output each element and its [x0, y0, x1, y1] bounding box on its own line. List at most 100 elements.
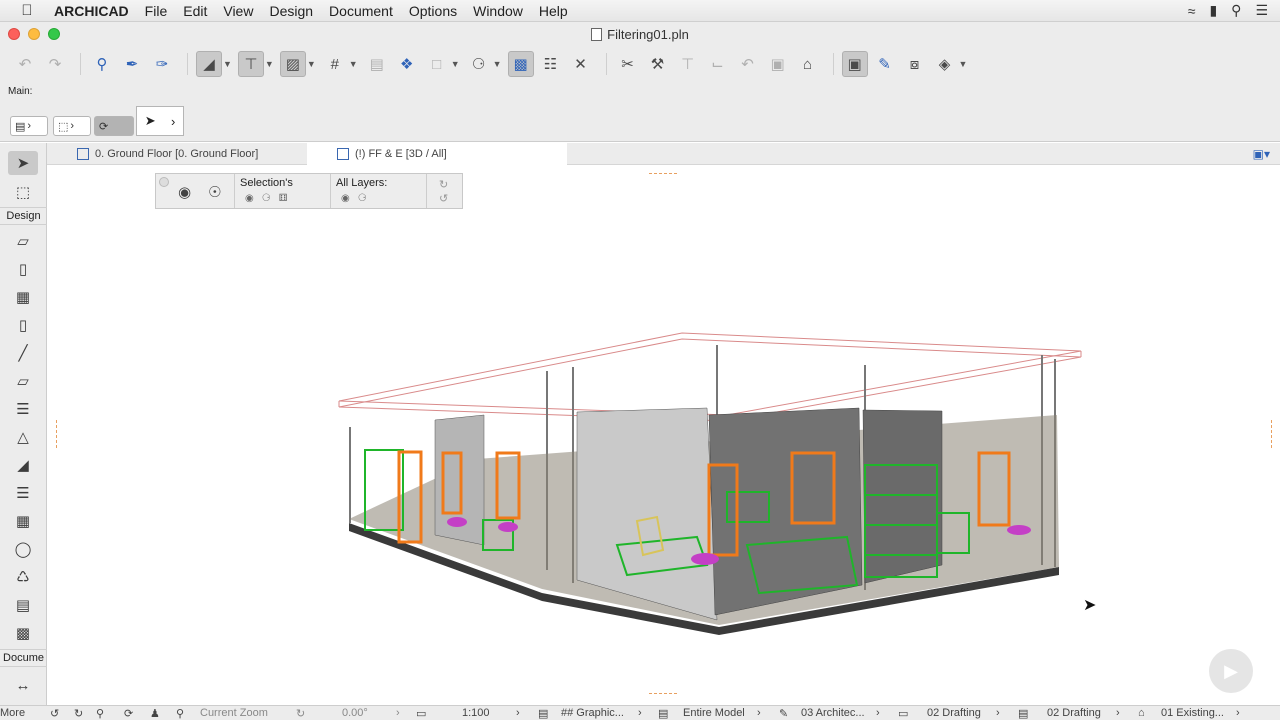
explode-icon[interactable]: ✕: [568, 51, 594, 77]
chevron-down-icon[interactable]: ▼: [451, 59, 460, 69]
window-tool-icon[interactable]: ▦: [8, 285, 38, 309]
apple-icon[interactable]: : [0, 2, 54, 19]
search-icon[interactable]: ⚲: [1231, 2, 1241, 19]
3d-window-icon[interactable]: ⧇: [902, 51, 928, 77]
trace-icon[interactable]: ▤: [364, 51, 390, 77]
redo-zoom-icon[interactable]: ↻: [74, 707, 83, 720]
inject-parameters-icon[interactable]: ✑: [149, 51, 175, 77]
tab-3d-view[interactable]: (!) FF & E [3D / All]: [307, 143, 567, 165]
zoom-in-icon[interactable]: ⚲: [96, 707, 104, 720]
suspend-groups-icon[interactable]: ❖: [394, 51, 420, 77]
offset-icon[interactable]: ▣: [765, 51, 791, 77]
tab-floor-plan[interactable]: 0. Ground Floor [0. Ground Floor]: [47, 143, 307, 165]
pick-up-parameters-icon[interactable]: ✒: [119, 51, 145, 77]
rotation-angle-value[interactable]: 0.00°: [342, 707, 368, 719]
edit-3d-icon[interactable]: ✎: [872, 51, 898, 77]
app-menu[interactable]: ARCHICAD: [54, 3, 137, 19]
guide-lines-icon[interactable]: ◢: [196, 51, 222, 77]
arrow-tool-icon[interactable]: ➤: [8, 151, 38, 175]
wifi-icon[interactable]: ≈: [1188, 3, 1196, 19]
measure-icon[interactable]: ☷: [538, 51, 564, 77]
slab-tool-icon[interactable]: ▱: [8, 369, 38, 393]
3d-navigation-icon[interactable]: ▩: [507, 51, 534, 77]
orbit-icon[interactable]: ⟳: [124, 707, 133, 720]
battery-icon[interactable]: ▮: [1209, 2, 1217, 19]
beam-tool-icon[interactable]: ╱: [8, 341, 38, 365]
close-window-button[interactable]: [8, 28, 20, 40]
curtain-wall-tool-icon[interactable]: ▦: [8, 509, 38, 533]
zone-tool-icon[interactable]: ▤: [8, 593, 38, 617]
morph-tool-icon[interactable]: ◯: [8, 537, 38, 561]
roof-icon[interactable]: ⌂: [795, 51, 821, 77]
toolbox-design-header[interactable]: Design: [0, 207, 47, 225]
chevron-down-icon[interactable]: ▼: [307, 59, 316, 69]
model-view-value[interactable]: Entire Model: [683, 707, 745, 719]
menu-design[interactable]: Design: [261, 3, 321, 19]
menu-options[interactable]: Options: [401, 3, 465, 19]
chevron-down-icon[interactable]: ▼: [265, 59, 274, 69]
selection-method-control[interactable]: ▤ ›: [10, 116, 48, 136]
stair-tool-icon[interactable]: ☰: [8, 397, 38, 421]
split-icon[interactable]: ✂: [615, 51, 641, 77]
menu-file[interactable]: File: [137, 3, 176, 19]
menu-window[interactable]: Window: [465, 3, 531, 19]
menu-view[interactable]: View: [215, 3, 261, 19]
chevron-down-icon[interactable]: ▼: [223, 59, 232, 69]
3d-viewport[interactable]: ◉ ☉ Selection's ◉⚆⚅ All Layers: ◉⚆ ↻ ↺ ➤…: [47, 165, 1280, 705]
layer-combination-icon[interactable]: □: [424, 51, 450, 77]
walk-icon[interactable]: ♟: [150, 707, 160, 720]
more-tools-label[interactable]: More: [0, 707, 25, 719]
column-tool-icon[interactable]: ▯: [8, 313, 38, 337]
view-switch-icon[interactable]: ▣▾: [1253, 147, 1270, 161]
scale-value[interactable]: 1:100: [462, 707, 490, 719]
door-tool-icon[interactable]: ▯: [8, 257, 38, 281]
3d-style-icon[interactable]: ◈: [932, 51, 958, 77]
window-title-bar: Filtering01.pln: [0, 22, 1280, 46]
railing-tool-icon[interactable]: ▩: [8, 621, 38, 645]
adjust-icon[interactable]: ⚒: [645, 51, 671, 77]
chevron-down-icon[interactable]: ▼: [959, 59, 968, 69]
chevron-right-icon: ›: [876, 707, 880, 719]
snap-guides-icon[interactable]: ⊤: [237, 51, 264, 77]
menu-document[interactable]: Document: [321, 3, 401, 19]
dimension-tool-icon[interactable]: ↔: [8, 673, 38, 697]
chevron-down-icon[interactable]: ▼: [493, 59, 502, 69]
chevron-right-icon: ›: [70, 120, 75, 132]
undo-icon[interactable]: ↶: [12, 51, 38, 77]
mesh-tool-icon[interactable]: ☰: [8, 481, 38, 505]
notification-list-icon[interactable]: ☰: [1255, 2, 1268, 19]
dimension-value[interactable]: 02 Drafting: [927, 707, 981, 719]
minimize-window-button[interactable]: [28, 28, 40, 40]
trim-icon[interactable]: ⊤: [675, 51, 701, 77]
coordinate-icon[interactable]: ▨: [279, 51, 306, 77]
marquee-mode-control[interactable]: ⬚ ›: [53, 116, 91, 136]
pen-set-value[interactable]: 03 Architec...: [801, 707, 865, 719]
graphic-override-value[interactable]: ## Graphic...: [561, 707, 624, 719]
renovation-filter-value[interactable]: 01 Existing...: [1161, 707, 1224, 719]
toolbox-document-header[interactable]: Docume: [0, 649, 47, 667]
rotate-view-control[interactable]: ⟳: [94, 116, 134, 136]
partial-structure-value[interactable]: 02 Drafting: [1047, 707, 1101, 719]
wall-tool-icon[interactable]: ▱: [8, 229, 38, 253]
chevron-down-icon[interactable]: ▼: [349, 59, 358, 69]
zoom-icon[interactable]: ⚲: [176, 707, 184, 720]
fillet-icon[interactable]: ↶: [735, 51, 761, 77]
arrow-tool-control[interactable]: ➤ ›: [136, 106, 184, 136]
current-zoom-label[interactable]: Current Zoom: [200, 707, 268, 719]
intersect-icon[interactable]: ⌙: [705, 51, 731, 77]
rotation-icon[interactable]: ↻: [296, 707, 305, 720]
play-icon[interactable]: ▶: [1209, 649, 1253, 693]
marquee-tool-icon[interactable]: ⬚: [8, 180, 38, 204]
find-select-icon[interactable]: ⚲: [89, 51, 115, 77]
redo-icon[interactable]: ↷: [42, 51, 68, 77]
grid-snap-icon[interactable]: #: [322, 51, 348, 77]
shell-tool-icon[interactable]: ◢: [8, 453, 38, 477]
undo-zoom-icon[interactable]: ↺: [50, 707, 59, 720]
marquee-3d-icon[interactable]: ▣: [841, 51, 868, 77]
lock-icon[interactable]: ⚆: [466, 51, 492, 77]
object-tool-icon[interactable]: ♺: [8, 565, 38, 589]
roof-tool-icon[interactable]: △: [8, 425, 38, 449]
menu-help[interactable]: Help: [531, 3, 576, 19]
zoom-window-button[interactable]: [48, 28, 60, 40]
menu-edit[interactable]: Edit: [175, 3, 215, 19]
